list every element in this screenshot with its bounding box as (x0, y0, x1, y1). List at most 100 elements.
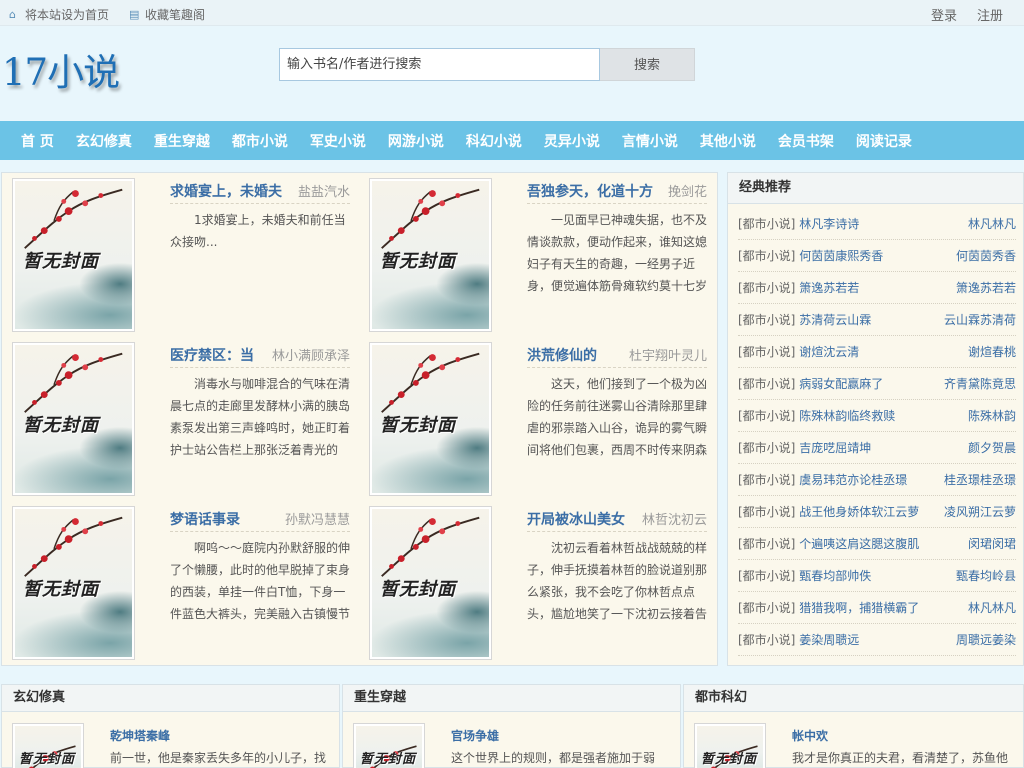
item-author[interactable]: 颜夕贺晨 (968, 432, 1016, 464)
item-author[interactable]: 桂丞璟桂丞璟 (944, 464, 1016, 496)
item-category[interactable]: [都市小说] (738, 473, 795, 487)
bookmark-link[interactable]: ▤ 收藏笔趣阁 (129, 6, 205, 23)
nav-item-dushi[interactable]: 都市小说 (232, 131, 288, 151)
book-card: 暂无封面 梦语话事录 孙默冯慧慧 啊呜～～庭院内孙默舒服的伸了个懒腰，此时的他早… (2, 501, 352, 661)
book-author[interactable]: 孙默冯慧慧 (285, 509, 350, 528)
login-link[interactable]: 登录 (931, 5, 957, 24)
set-home-link[interactable]: ⌂ 将本站设为首页 (9, 6, 109, 23)
nav-item-qita[interactable]: 其他小说 (700, 131, 756, 151)
book-cover[interactable]: 暂无封面 (12, 178, 135, 332)
item-author[interactable]: 甄春均岭县 (956, 560, 1016, 592)
item-category[interactable]: [都市小说] (738, 569, 795, 583)
item-category[interactable]: [都市小说] (738, 537, 795, 551)
item-author[interactable]: 闵珺闵珺 (968, 528, 1016, 560)
item-category[interactable]: [都市小说] (738, 281, 795, 295)
item-title[interactable]: 何茵茵康熙秀香 (799, 249, 883, 263)
book-title[interactable]: 梦语话事录 (170, 509, 240, 529)
book-title[interactable]: 官场争雄 (451, 727, 499, 744)
item-author[interactable]: 林凡林凡 (968, 208, 1016, 240)
book-title[interactable]: 吾独参天，化道十方 (527, 181, 653, 201)
item-category[interactable]: [都市小说] (738, 441, 795, 455)
item-title[interactable]: 姜染周聩远 (799, 633, 859, 647)
item-title[interactable]: 个遍咦这肩这腮这腹肌 (799, 537, 919, 551)
category-section: 都市科幻 暂无封面 帐中欢 我才是你真正的夫君，看清楚了，苏鱼他 (683, 684, 1024, 768)
book-cover[interactable]: 暂无封面 (12, 506, 135, 660)
list-item: [都市小说] 何茵茵康熙秀香 何茵茵秀香 (738, 240, 1016, 272)
book-title[interactable]: 求婚宴上，未婚夫 (170, 181, 282, 201)
item-category[interactable]: [都市小说] (738, 409, 795, 423)
search-input[interactable]: 输入书名/作者进行搜索 (279, 48, 600, 81)
book-cover[interactable]: 暂无封面 (353, 723, 425, 768)
cover-text: 暂无封面 (380, 251, 456, 272)
item-title[interactable]: 吉庞呓屈靖坤 (799, 441, 871, 455)
book-title[interactable]: 开局被冰山美女 (527, 509, 625, 529)
book-cover[interactable]: 暂无封面 (694, 723, 766, 768)
item-author[interactable]: 凌风朔江云萝 (944, 496, 1016, 528)
book-desc: 沈初云看着林哲战战兢兢的样子，伸手抚摸着林哲的脸说道别那么紧张，我不会吃了你林哲… (527, 541, 707, 621)
book-title[interactable]: 帐中欢 (792, 727, 828, 744)
book-desc: 1求婚宴上，未婚夫和前任当众接吻... (170, 213, 346, 249)
list-item: [都市小说] 箫逸苏若若 箫逸苏若若 (738, 272, 1016, 304)
book-author[interactable]: 林小满顾承泽 (272, 345, 350, 364)
item-category[interactable]: [都市小说] (738, 313, 795, 327)
nav-item-yanqing[interactable]: 言情小说 (622, 131, 678, 151)
item-title[interactable]: 苏清荷云山霖 (799, 313, 871, 327)
nav-item-home[interactable]: 首 页 (21, 131, 54, 151)
book-title[interactable]: 乾坤塔秦峰 (110, 727, 170, 744)
item-author[interactable]: 林凡林凡 (968, 592, 1016, 624)
nav-item-bookshelf[interactable]: 会员书架 (778, 131, 834, 151)
item-title[interactable]: 战王他身娇体软江云萝 (799, 505, 919, 519)
book-cover[interactable]: 暂无封面 (369, 342, 492, 496)
item-author[interactable]: 陈殊林韵 (968, 400, 1016, 432)
register-link[interactable]: 注册 (977, 5, 1003, 24)
book-author[interactable]: 杜宇翔叶灵儿 (629, 345, 707, 364)
book-author[interactable]: 盐盐汽水 (298, 181, 350, 200)
book-title[interactable]: 洪荒修仙的 (527, 345, 597, 365)
item-author[interactable]: 何茵茵秀香 (956, 240, 1016, 272)
item-title[interactable]: 病弱女配赢麻了 (799, 377, 883, 391)
item-title[interactable]: 猎猎我啊，捕猎横霸了 (799, 601, 919, 615)
item-category[interactable]: [都市小说] (738, 377, 795, 391)
nav-item-chongsheng[interactable]: 重生穿越 (154, 131, 210, 151)
category-section: 重生穿越 暂无封面 官场争雄 这个世界上的规则，都是强者施加于弱 (342, 684, 681, 768)
item-category[interactable]: [都市小说] (738, 345, 795, 359)
list-item: [都市小说] 虞易玮范亦论桂丞璟 桂丞璟桂丞璟 (738, 464, 1016, 496)
item-category[interactable]: [都市小说] (738, 505, 795, 519)
book-cover[interactable]: 暂无封面 (12, 723, 84, 768)
category-section: 玄幻修真 暂无封面 乾坤塔秦峰 前一世，他是秦家丢失多年的小儿子，找 (1, 684, 340, 768)
nav-item-junshi[interactable]: 军史小说 (310, 131, 366, 151)
item-title[interactable]: 虞易玮范亦论桂丞璟 (799, 473, 907, 487)
cover-text: 暂无封面 (23, 579, 99, 600)
item-author[interactable]: 箫逸苏若若 (956, 272, 1016, 304)
book-cover[interactable]: 暂无封面 (369, 178, 492, 332)
item-title[interactable]: 陈殊林韵临终救赎 (799, 409, 895, 423)
nav-item-wangyou[interactable]: 网游小说 (388, 131, 444, 151)
item-category[interactable]: [都市小说] (738, 249, 795, 263)
book-author[interactable]: 林哲沈初云 (642, 509, 707, 528)
nav-item-lingyi[interactable]: 灵异小说 (544, 131, 600, 151)
item-title[interactable]: 箫逸苏若若 (799, 281, 859, 295)
cover-text: 暂无封面 (360, 752, 417, 767)
search-button[interactable]: 搜索 (600, 48, 695, 81)
book-title[interactable]: 医疗禁区：当 (170, 345, 254, 365)
featured-books: 暂无封面 求婚宴上，未婚夫 盐盐汽水 1求婚宴上，未婚夫和前任当众接吻... 暂… (1, 172, 718, 666)
item-category[interactable]: [都市小说] (738, 601, 795, 615)
item-author[interactable]: 谢煊春桃 (968, 336, 1016, 368)
item-category[interactable]: [都市小说] (738, 217, 795, 231)
item-title[interactable]: 谢煊沈云清 (799, 345, 859, 359)
site-logo[interactable]: 17小说 (2, 42, 120, 96)
cover-text: 暂无封面 (380, 579, 456, 600)
nav-item-xuanhuan[interactable]: 玄幻修真 (76, 131, 132, 151)
item-author[interactable]: 周聩远姜染 (956, 624, 1016, 656)
item-title[interactable]: 甄春均部帅佚 (799, 569, 871, 583)
item-category[interactable]: [都市小说] (738, 633, 795, 647)
book-author[interactable]: 挽剑花 (668, 181, 707, 200)
item-author[interactable]: 齐青黛陈竟思 (944, 368, 1016, 400)
nav-item-history[interactable]: 阅读记录 (856, 131, 912, 151)
book-cover[interactable]: 暂无封面 (369, 506, 492, 660)
item-author[interactable]: 云山霖苏清荷 (944, 304, 1016, 336)
book-cover[interactable]: 暂无封面 (12, 342, 135, 496)
nav-item-kehuan[interactable]: 科幻小说 (466, 131, 522, 151)
item-title[interactable]: 林凡李诗诗 (799, 217, 859, 231)
cover-text: 暂无封面 (380, 415, 456, 436)
